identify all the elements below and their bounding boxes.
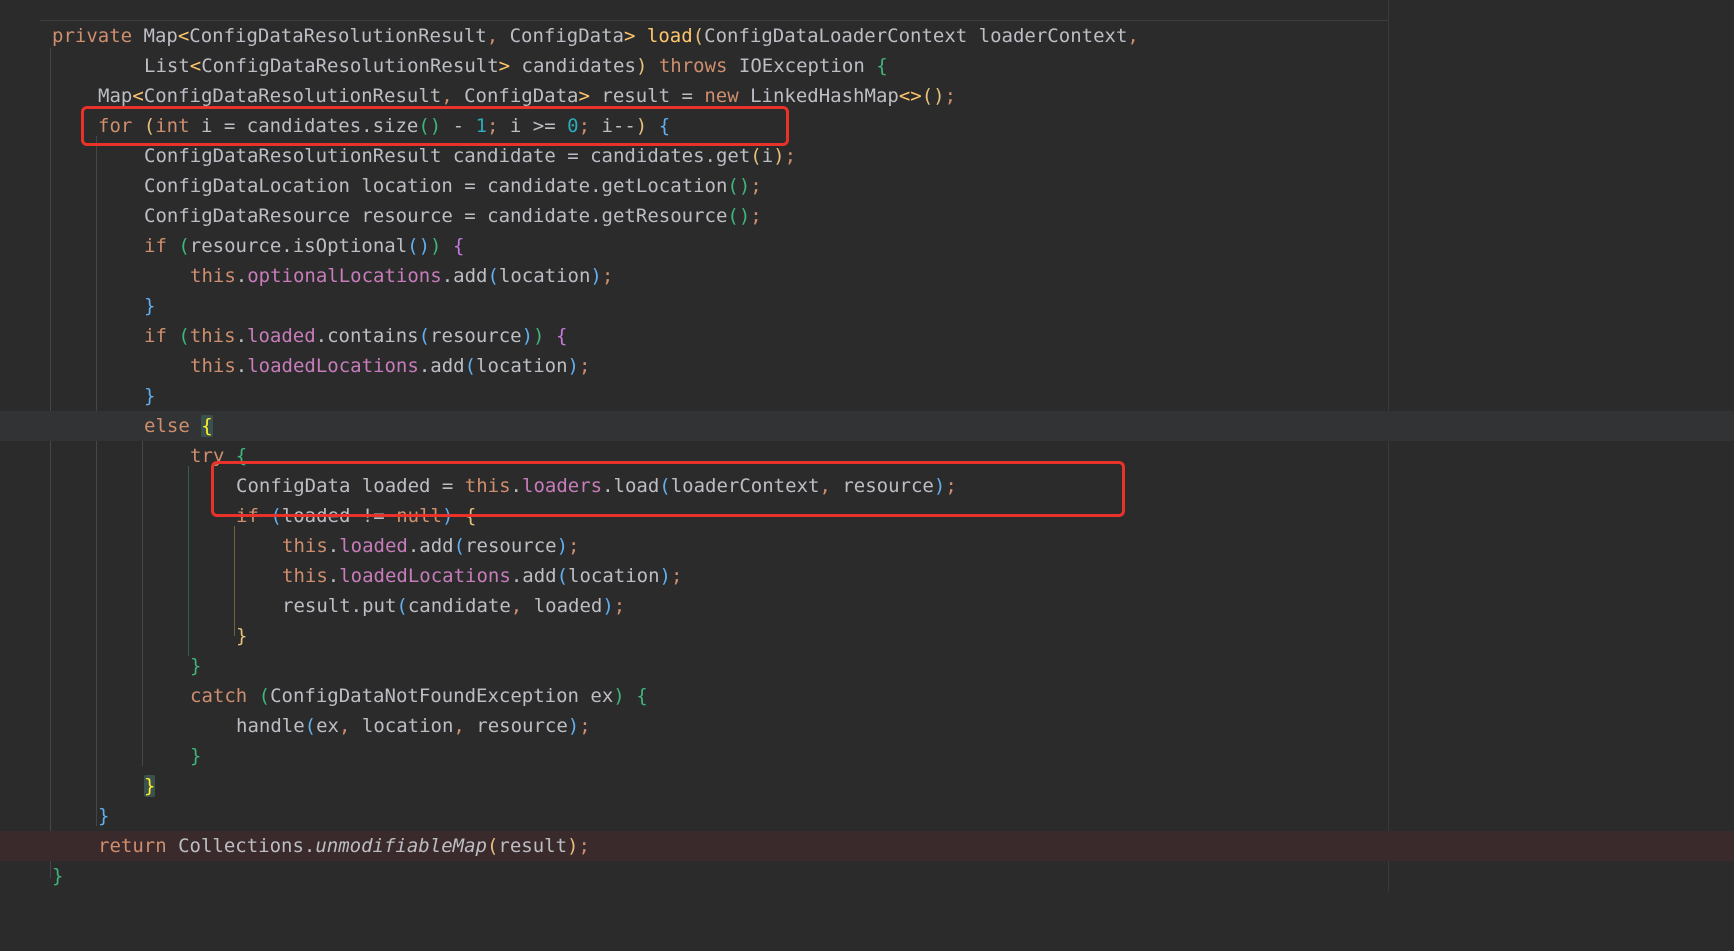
code-line-13: } (144, 385, 156, 407)
code-line-6: ConfigDataLocation location = candidate.… (144, 175, 762, 197)
code-line-7: ConfigDataResource resource = candidate.… (144, 205, 762, 227)
code-line-23: catch (ConfigDataNotFoundException ex) { (190, 685, 648, 707)
code-line-26: } (144, 775, 156, 797)
code-line-27: } (98, 805, 110, 827)
code-line-20: result.put(candidate, loaded); (282, 595, 626, 617)
code-line-24: handle(ex, location, resource); (236, 715, 591, 737)
code-line-22: } (190, 655, 202, 677)
code-line-18: this.loaded.add(resource); (282, 535, 580, 557)
code-line-8: if (resource.isOptional()) { (144, 235, 465, 257)
annotation-box-loaders-load (211, 461, 1125, 517)
code-line-9: this.optionalLocations.add(location); (190, 265, 614, 287)
annotation-box-for-loop (81, 106, 789, 146)
code-line-25: } (190, 745, 202, 767)
code-line-12: this.loadedLocations.add(location); (190, 355, 591, 377)
code-line-28-error: return Collections.unmodifiableMap(resul… (0, 831, 1734, 861)
code-line-14-caret: else { (0, 411, 1734, 441)
code-line-29: } (52, 865, 64, 887)
code-editor[interactable]: private Map<ConfigDataResolutionResult, … (0, 0, 1734, 892)
code-line-11: if (this.loaded.contains(resource)) { (144, 325, 568, 347)
code-line-19: this.loadedLocations.add(location); (282, 565, 683, 587)
code-line-2: List<ConfigDataResolutionResult> candida… (144, 55, 888, 77)
code-line-10: } (144, 295, 156, 317)
code-line-21: } (236, 625, 248, 647)
code-line-1: private Map<ConfigDataResolutionResult, … (52, 25, 1139, 47)
